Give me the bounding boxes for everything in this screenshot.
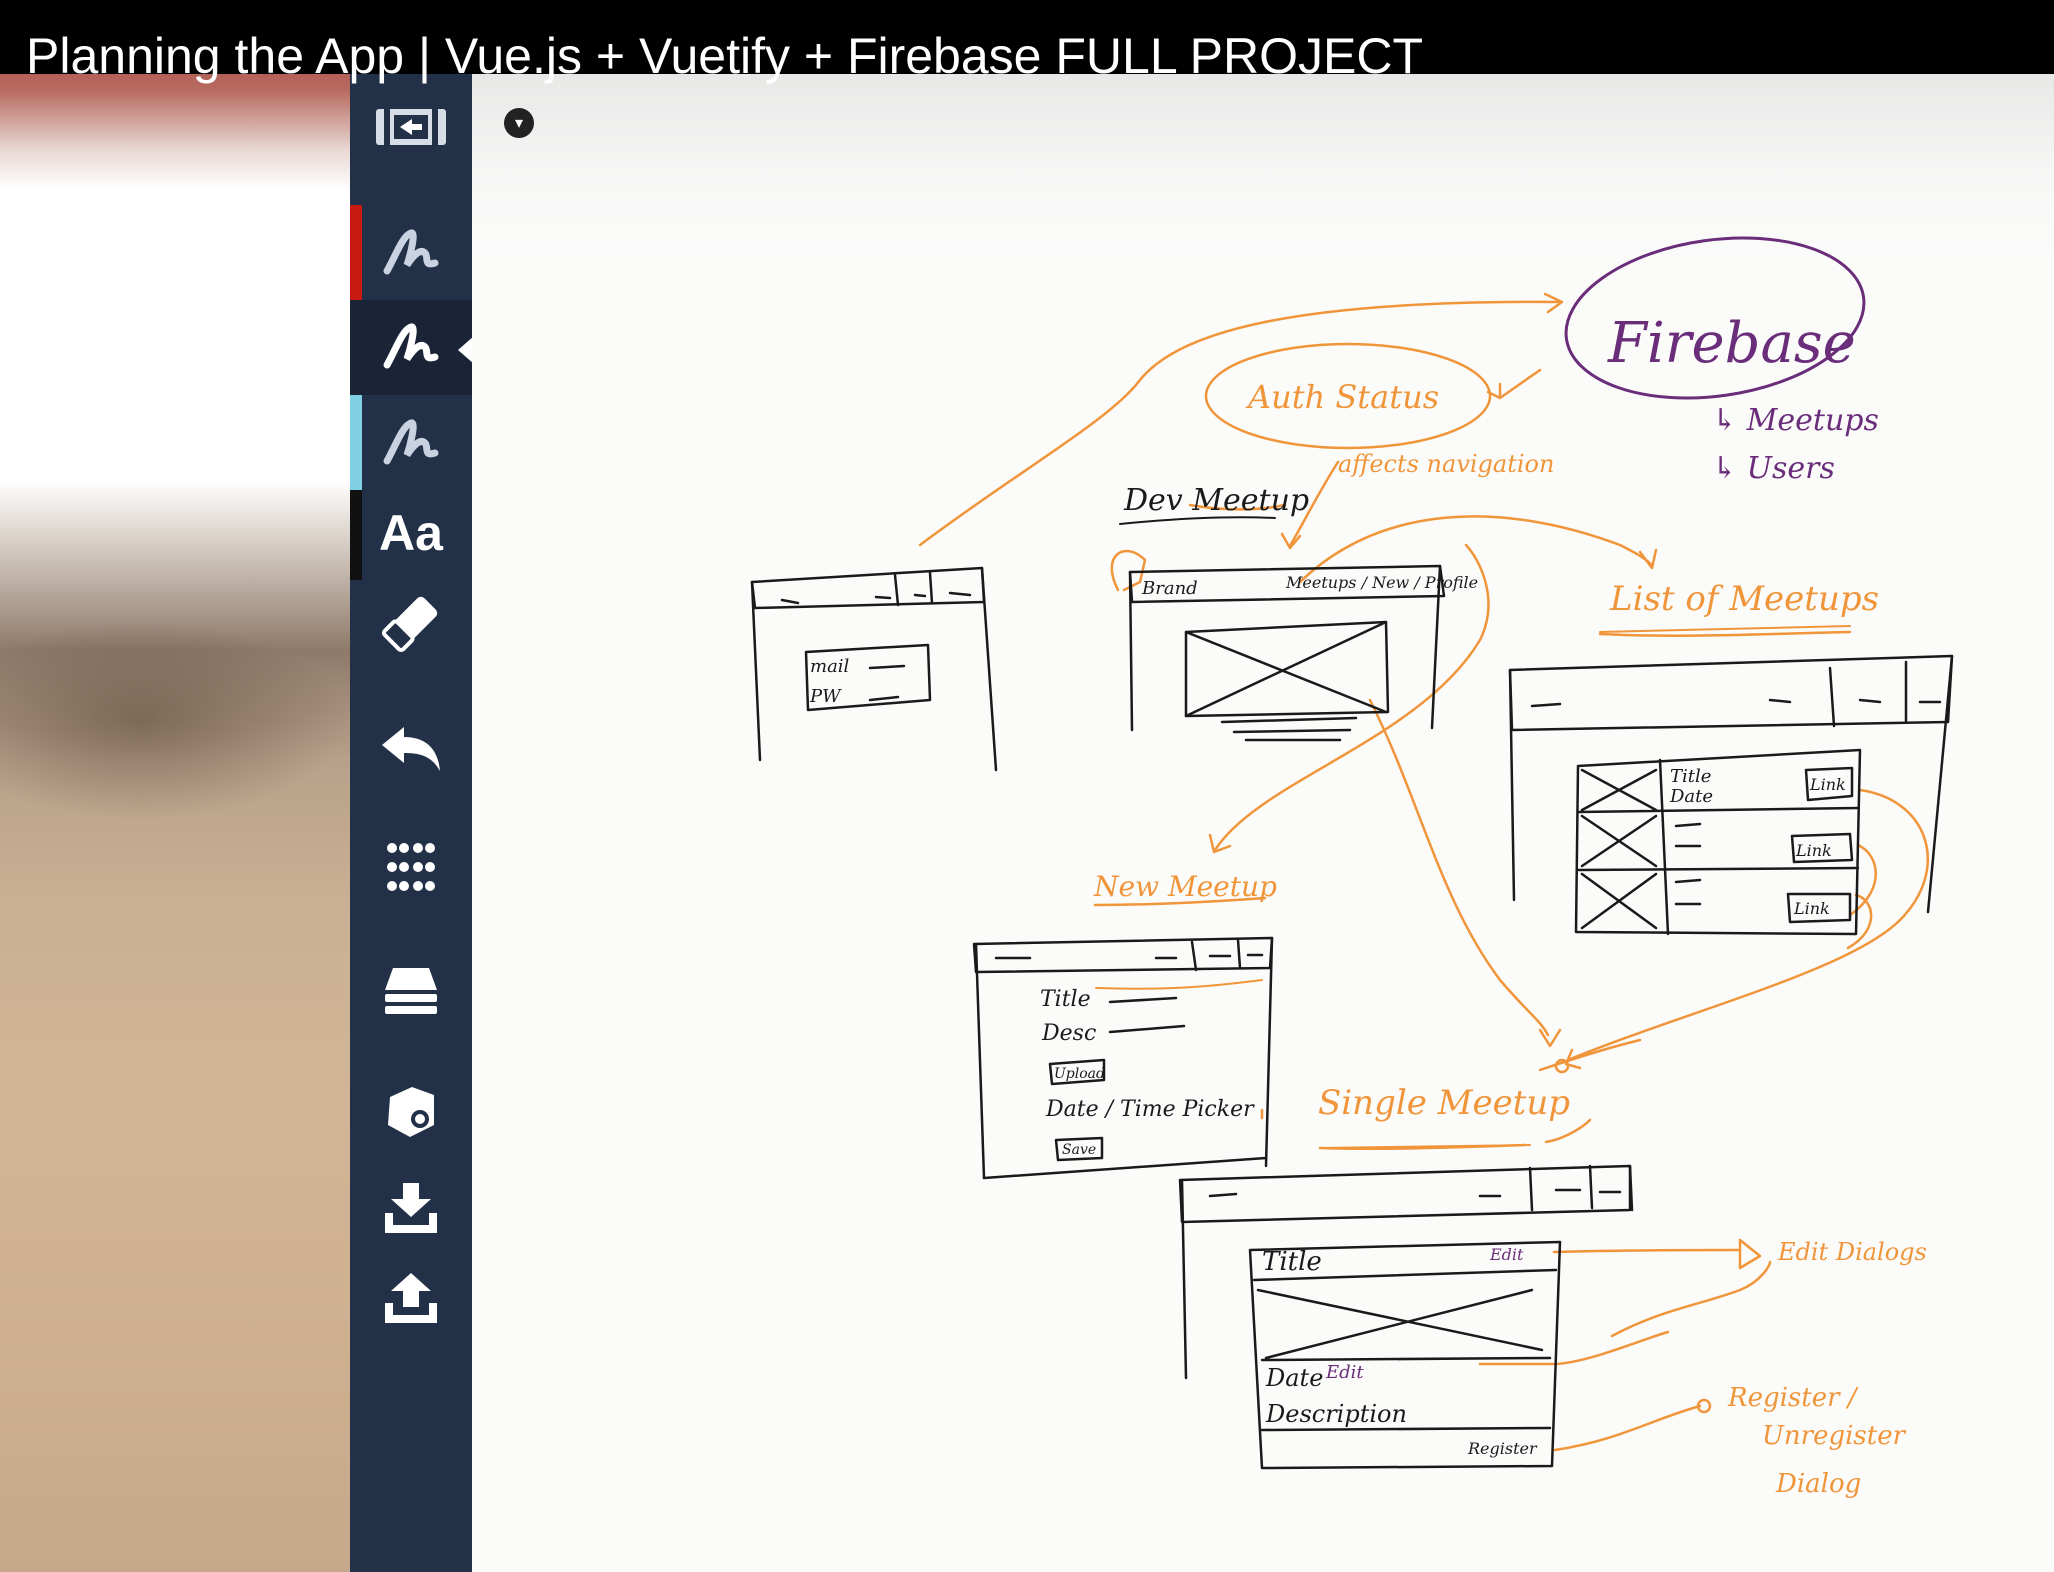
list-link-label: Link <box>1793 899 1830 918</box>
undo-button[interactable] <box>350 706 472 796</box>
pen-blue-button[interactable] <box>350 398 472 488</box>
firebase-item-meetups: ↳ Meetups <box>1712 403 1879 438</box>
new-field-datetime: Date / Time Picker <box>1045 1097 1255 1122</box>
firebase-item-users: ↳ Users <box>1712 451 1835 486</box>
download-button[interactable] <box>350 1166 472 1256</box>
download-icon <box>381 1181 441 1242</box>
dev-meetup-label: Dev Meetup <box>1123 483 1309 518</box>
new-field-save: Save <box>1062 1142 1096 1158</box>
pen-red-button[interactable] <box>350 208 472 298</box>
single-date-edit-label: Edit <box>1325 1362 1364 1383</box>
single-edit-label: Edit <box>1489 1245 1524 1264</box>
register-dialog-line1: Register / <box>1727 1383 1859 1413</box>
register-dialog-line2: Unregister <box>1762 1421 1907 1451</box>
single-register-label: Register <box>1467 1439 1538 1458</box>
shapes-button[interactable] <box>350 1068 472 1158</box>
pen-icon <box>381 317 441 378</box>
new-field-desc: Desc <box>1041 1021 1096 1046</box>
new-field-title: Title <box>1040 987 1091 1012</box>
video-title: Planning the App | Vue.js + Vuetify + Fi… <box>26 28 1424 84</box>
eraser-button[interactable] <box>350 580 472 670</box>
text-tool-button[interactable]: Aa <box>350 488 472 578</box>
pen-icon <box>381 223 441 284</box>
single-title-label: Title <box>1262 1247 1322 1277</box>
upload-button[interactable] <box>350 1256 472 1346</box>
text-tool-icon: Aa <box>379 505 443 561</box>
shapes-icon <box>384 1083 438 1144</box>
main-nav-label: Meetups / New / Profile <box>1285 573 1478 592</box>
new-field-upload: Upload <box>1054 1066 1105 1082</box>
pen-icon <box>381 413 441 474</box>
upload-icon <box>381 1271 441 1332</box>
title-bar: Planning the App | Vue.js + Vuetify + Fi… <box>0 0 2054 84</box>
register-dialog-line3: Dialog <box>1775 1469 1861 1499</box>
undo-icon <box>378 723 444 780</box>
webcam-feed <box>0 0 350 1572</box>
signin-pw-label: PW <box>809 686 842 707</box>
list-link-label: Link <box>1795 841 1832 860</box>
affects-navigation-label: affects navigation <box>1338 450 1554 478</box>
new-meetup-label: New Meetup <box>1093 870 1277 903</box>
list-of-meetups-label: List of Meetups <box>1609 579 1879 619</box>
pen-orange-button[interactable] <box>350 300 472 395</box>
layers-icon <box>383 966 439 1021</box>
auth-status-label: Auth Status <box>1245 378 1439 416</box>
single-date-label: Date <box>1265 1364 1323 1392</box>
layers-button[interactable] <box>350 948 472 1038</box>
grid-icon <box>384 840 438 899</box>
signin-mail-label: mail <box>810 656 850 677</box>
whiteboard-canvas[interactable]: ▾ Firebase ↳ Meetups ↳ Users Auth Status… <box>472 0 2054 1572</box>
eraser-icon <box>378 590 444 661</box>
single-meetup-label: Single Meetup <box>1318 1083 1570 1123</box>
webcam-blur <box>0 620 350 820</box>
panel-collapse-button[interactable] <box>350 84 472 174</box>
grid-button[interactable] <box>350 824 472 914</box>
list-link-label: Link <box>1809 775 1846 794</box>
firebase-label: Firebase <box>1607 311 1856 376</box>
panel-collapse-icon <box>374 105 448 154</box>
drawing-toolbar: Aa <box>350 0 472 1572</box>
single-description-label: Description <box>1265 1400 1407 1428</box>
sketch-drawing: Firebase ↳ Meetups ↳ Users Auth Status a… <box>750 236 1954 1499</box>
main-brand-label: Brand <box>1141 578 1198 599</box>
list-title-label: Title <box>1670 766 1711 787</box>
list-date-label: Date <box>1669 786 1713 807</box>
edit-dialog-label: Edit Dialogs <box>1777 1238 1927 1266</box>
